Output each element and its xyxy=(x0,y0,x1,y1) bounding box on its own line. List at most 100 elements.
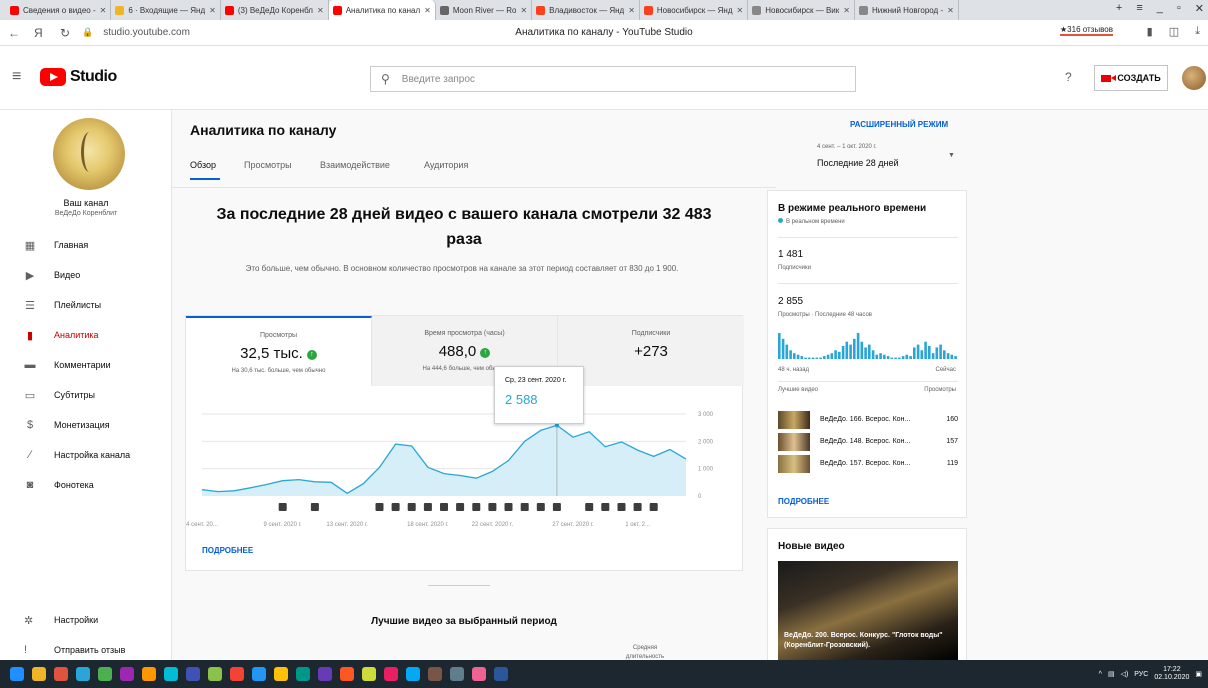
browser-tab[interactable]: Новосибирск — Янд ✕ xyxy=(640,0,749,20)
close-tab-icon[interactable]: ✕ xyxy=(628,6,635,15)
video-marker-icon[interactable] xyxy=(472,503,481,511)
taskbar-app-icon[interactable] xyxy=(186,667,200,681)
taskbar-app-icon[interactable] xyxy=(76,667,90,681)
hamburger-menu-icon[interactable]: ≡ xyxy=(12,68,21,86)
close-tab-icon[interactable]: ✕ xyxy=(209,6,216,15)
restore-icon[interactable]: ▫ xyxy=(1177,2,1181,15)
video-marker-icon[interactable] xyxy=(407,503,416,511)
browser-tab[interactable]: Аналитика по канал ✕ xyxy=(328,0,436,20)
list-item[interactable]: ВеДеДо. 157. Всерос. Кон... 119 xyxy=(778,455,958,473)
date-period-select[interactable]: Последние 28 дней xyxy=(817,158,899,168)
video-marker-icon[interactable] xyxy=(633,503,642,511)
extensions-icon[interactable]: ◫ xyxy=(1169,25,1179,38)
close-tab-icon[interactable]: ✕ xyxy=(947,6,954,15)
browser-tab[interactable]: (3) ВеДеДо Коренбл ✕ xyxy=(221,0,329,20)
taskbar-app-icon[interactable] xyxy=(472,667,486,681)
tab-overview[interactable]: Обзор xyxy=(190,160,216,170)
taskbar-app-icon[interactable] xyxy=(54,667,68,681)
taskbar-app-icon[interactable] xyxy=(406,667,420,681)
browser-tab[interactable]: Сведения о видео - ✕ xyxy=(6,0,112,20)
video-marker-icon[interactable] xyxy=(536,503,545,511)
studio-logo[interactable]: Studio xyxy=(40,68,117,86)
taskbar-app-icon[interactable] xyxy=(252,667,266,681)
close-window-icon[interactable]: ✕ xyxy=(1195,2,1204,15)
taskbar-app-icon[interactable] xyxy=(384,667,398,681)
browser-tab[interactable]: Moon River — Ro ✕ xyxy=(436,0,533,20)
close-tab-icon[interactable]: ✕ xyxy=(100,6,107,15)
video-marker-icon[interactable] xyxy=(310,503,319,511)
new-tab-icon[interactable]: + xyxy=(1116,2,1122,15)
list-item[interactable]: ВеДеДо. 148. Всерос. Кон... 157 xyxy=(778,433,958,451)
taskbar-app-icon[interactable] xyxy=(230,667,244,681)
video-marker-icon[interactable] xyxy=(585,503,594,511)
start-icon[interactable] xyxy=(10,667,24,681)
taskbar-app-icon[interactable] xyxy=(164,667,178,681)
video-marker-icon[interactable] xyxy=(391,503,400,511)
realtime-bar-chart[interactable] xyxy=(778,331,958,359)
taskbar-app-icon[interactable] xyxy=(208,667,222,681)
notifications-icon[interactable]: ▣ xyxy=(1195,670,1202,678)
bookmark-icon[interactable]: ▮ xyxy=(1147,25,1153,38)
reviews-badge[interactable]: ★316 отзывов xyxy=(1060,25,1113,36)
sidebar-item-wand[interactable]: ⁄ Настройка канала xyxy=(0,440,172,470)
reload-icon[interactable]: ↻ xyxy=(60,26,78,40)
sidebar-item-comments[interactable]: ▬ Комментарии xyxy=(0,350,172,380)
taskbar-app-icon[interactable] xyxy=(98,667,112,681)
views-line-chart[interactable]: 0 1 000 2 000 3 000 4 сент. 20... 9 сент. 202… xyxy=(186,386,744,546)
browser-tab[interactable]: 6 · Входящие — Янд ✕ xyxy=(111,0,221,20)
taskbar-app-icon[interactable] xyxy=(450,667,464,681)
video-marker-icon[interactable] xyxy=(440,503,448,511)
video-marker-icon[interactable] xyxy=(617,503,626,511)
taskbar-app-icon[interactable] xyxy=(428,667,442,681)
tab-engagement[interactable]: Взаимодействие xyxy=(320,160,390,170)
chevron-down-icon[interactable]: ▼ xyxy=(948,152,955,159)
close-tab-icon[interactable]: ✕ xyxy=(317,6,324,15)
video-marker-icon[interactable] xyxy=(552,503,561,511)
sidebar-item-feedback[interactable]: ! Отправить отзыв xyxy=(0,638,172,662)
avatar[interactable] xyxy=(1182,66,1206,90)
tab-audience[interactable]: Аудитория xyxy=(424,160,468,170)
taskbar-app-icon[interactable] xyxy=(362,667,376,681)
video-marker-icon[interactable] xyxy=(601,503,610,511)
sidebar-item-video[interactable]: ▶ Видео xyxy=(0,260,172,290)
taskbar-app-icon[interactable] xyxy=(318,667,332,681)
browser-tab[interactable]: Новосибирск — Вик ✕ xyxy=(748,0,855,20)
taskbar-app-icon[interactable] xyxy=(494,667,508,681)
video-marker-icon[interactable] xyxy=(504,503,513,511)
kpi-views[interactable]: Просмотры 32,5 тыс. ↑ На 30,6 тыс. больше… xyxy=(186,316,372,386)
more-link[interactable]: ПОДРОБНЕЕ xyxy=(778,497,829,506)
taskbar-app-icon[interactable] xyxy=(296,667,310,681)
sidebar-item-gear[interactable]: ✲ Настройки xyxy=(0,608,172,632)
video-marker-icon[interactable] xyxy=(488,503,497,511)
video-marker-icon[interactable] xyxy=(278,503,287,511)
close-tab-icon[interactable]: ✕ xyxy=(520,6,527,15)
video-marker-icon[interactable] xyxy=(375,503,384,511)
download-icon[interactable]: ⤓ xyxy=(1195,25,1200,38)
video-marker-icon[interactable] xyxy=(520,503,529,511)
taskbar-app-icon[interactable] xyxy=(32,667,46,681)
clock[interactable]: 17:22 02.10.2020 xyxy=(1154,666,1189,682)
sidebar-item-dollar[interactable]: $ Монетизация xyxy=(0,410,172,440)
taskbar-app-icon[interactable] xyxy=(120,667,134,681)
sidebar-item-playlist[interactable]: ☰ Плейлисты xyxy=(0,290,172,320)
chevron-up-icon[interactable]: ^ xyxy=(1099,671,1102,678)
sidebar-item-audio-library[interactable]: ◙ Фонотека xyxy=(0,470,172,500)
taskbar-app-icon[interactable] xyxy=(142,667,156,681)
help-icon[interactable]: ? xyxy=(1065,70,1072,84)
create-button[interactable]: СОЗДАТЬ xyxy=(1094,65,1168,91)
sidebar-item-dashboard[interactable]: ▦ Главная xyxy=(0,230,172,260)
list-item[interactable]: ВеДеДо. 166. Всерос. Кон... 160 xyxy=(778,411,958,429)
video-marker-icon[interactable] xyxy=(423,503,432,511)
video-marker-icon[interactable] xyxy=(649,503,658,511)
close-tab-icon[interactable]: ✕ xyxy=(737,6,744,15)
menu-icon[interactable]: ≡ xyxy=(1136,2,1142,15)
search-input[interactable]: ⚲ Введите запрос xyxy=(370,66,856,92)
volume-icon[interactable]: ◁) xyxy=(1121,670,1129,678)
close-tab-icon[interactable]: ✕ xyxy=(843,6,850,15)
taskbar-app-icon[interactable] xyxy=(274,667,288,681)
sidebar-item-analytics[interactable]: ▮ Аналитика xyxy=(0,320,172,350)
kpi-subscribers[interactable]: Подписчики +273 xyxy=(558,316,744,386)
advanced-mode-link[interactable]: РАСШИРЕННЫЙ РЕЖИМ xyxy=(850,120,948,129)
taskbar-app-icon[interactable] xyxy=(340,667,354,681)
browser-tab[interactable]: Нижний Новгород - ✕ xyxy=(855,0,959,20)
